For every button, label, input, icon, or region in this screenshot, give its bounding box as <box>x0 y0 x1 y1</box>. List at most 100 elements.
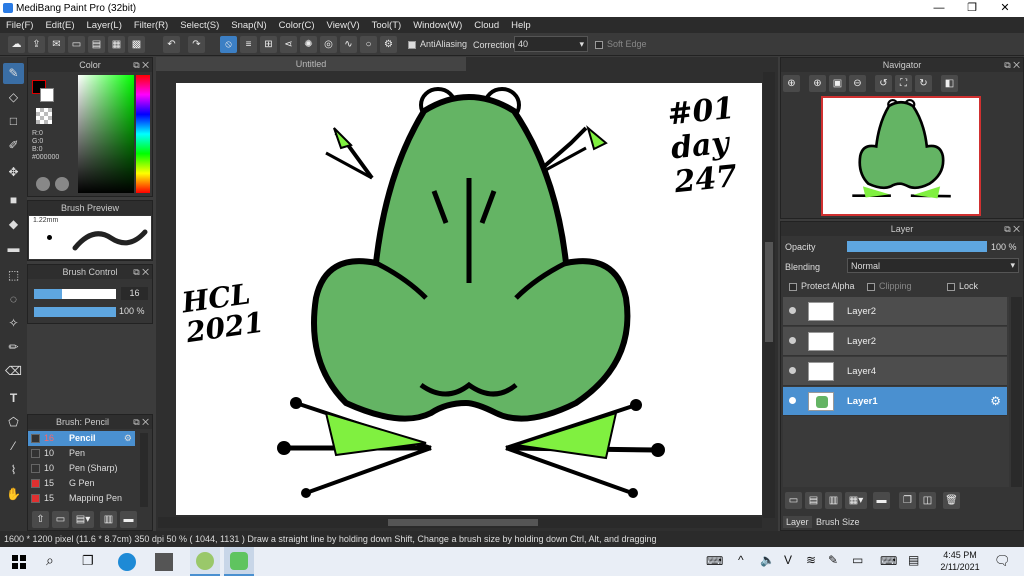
document-tab[interactable]: Untitled <box>156 57 466 71</box>
vpn-icon[interactable]: V <box>784 553 792 567</box>
antialias-checkbox[interactable]: AntiAliasing <box>408 39 467 49</box>
visibility-icon[interactable] <box>789 337 796 344</box>
shape-tool-icon[interactable]: ⬠ <box>3 412 24 433</box>
wifi-icon[interactable]: ≋ <box>806 553 816 567</box>
paint-taskbar-item[interactable] <box>224 547 254 576</box>
layer-opacity-slider[interactable] <box>847 241 987 252</box>
menu-snap[interactable]: Snap(N) <box>225 17 272 33</box>
trash-icon[interactable]: 🗑 <box>943 492 960 509</box>
brush-tool-icon[interactable]: ✎ <box>3 63 24 84</box>
grid-icon[interactable]: ▦ <box>108 36 125 53</box>
snap-ring-icon[interactable]: ○ <box>360 36 377 53</box>
redo-icon[interactable]: ↷ <box>188 36 205 53</box>
text-tool-icon[interactable]: T <box>3 388 24 409</box>
onscreen-keyboard-icon[interactable]: ⌨ <box>880 554 897 568</box>
menu-file[interactable]: File(F) <box>0 17 39 33</box>
close-button[interactable]: ✕ <box>988 0 1022 17</box>
popout-close-icon[interactable]: ⧉ ✕ <box>1004 58 1020 72</box>
menu-color[interactable]: Color(C) <box>273 17 321 33</box>
task-view-icon[interactable]: ❐ <box>82 553 94 569</box>
snap-burst-icon[interactable]: ✺ <box>300 36 317 53</box>
rotate-left-icon[interactable]: ↺ <box>875 75 892 92</box>
brush-list-scrollbar[interactable] <box>140 433 148 507</box>
layer-row-selected[interactable]: Layer1 ⚙ <box>783 387 1007 416</box>
saturation-value-picker[interactable] <box>78 75 134 193</box>
bucket-tool-icon[interactable]: ◆ <box>3 214 24 235</box>
brush-item-pen[interactable]: 10 Pen <box>28 446 135 461</box>
protect-alpha-checkbox[interactable]: Protect Alpha <box>789 281 855 291</box>
eraser-tool-icon[interactable]: ◇ <box>3 87 24 108</box>
transparent-color-swatch[interactable] <box>36 108 52 124</box>
menu-layer[interactable]: Layer(L) <box>81 17 128 33</box>
visibility-icon[interactable] <box>789 367 796 374</box>
layer-row[interactable]: Layer2 <box>783 297 1007 326</box>
medibang-taskbar-item[interactable] <box>190 547 220 576</box>
lock-checkbox[interactable]: Lock <box>947 281 978 291</box>
zoom-out-icon[interactable]: ⊖ <box>849 75 866 92</box>
gear-icon[interactable]: ⚙ <box>124 431 132 446</box>
scroll-thumb[interactable] <box>765 242 773 342</box>
windows-start-icon[interactable] <box>12 555 26 569</box>
merge-layer-icon[interactable]: ◫ <box>919 492 936 509</box>
pen-icon[interactable]: ✎ <box>828 553 838 567</box>
flip-icon[interactable]: ◧ <box>941 75 958 92</box>
maximize-button[interactable]: ❐ <box>955 0 989 17</box>
vertical-scrollbar[interactable] <box>763 72 775 518</box>
fill-shape-tool-icon[interactable]: ■ <box>3 190 24 211</box>
color-palette-icon[interactable] <box>36 177 50 191</box>
brush-copy-icon[interactable]: ▥ <box>100 511 117 528</box>
snap-settings-icon[interactable]: ⚙ <box>380 36 397 53</box>
correction-select[interactable]: 40 ▾ <box>514 36 588 52</box>
menu-select[interactable]: Select(S) <box>174 17 225 33</box>
magic-wand-icon[interactable]: ✧ <box>3 313 24 334</box>
navigator-preview[interactable] <box>821 96 981 216</box>
menu-view[interactable]: View(V) <box>321 17 366 33</box>
new-file-icon[interactable]: ▭ <box>68 36 85 53</box>
visibility-icon[interactable] <box>789 397 796 404</box>
color-history-icon[interactable] <box>55 177 69 191</box>
keyboard-icon[interactable]: ⌨ <box>706 554 723 568</box>
layer-row[interactable]: Layer4 <box>783 357 1007 386</box>
layer-scrollbar[interactable] <box>1011 297 1022 487</box>
menu-window[interactable]: Window(W) <box>407 17 468 33</box>
new-folder-icon[interactable]: ▬ <box>873 492 890 509</box>
gear-icon[interactable]: ⚙ <box>990 394 1001 408</box>
brush-folder-icon[interactable]: ▬ <box>120 511 137 528</box>
new-halftone-layer-icon[interactable]: ▤ <box>805 492 822 509</box>
snap-off-icon[interactable]: ⦸ <box>220 36 237 53</box>
brush-item-pencil[interactable]: 16 Pencil ⚙ <box>28 431 135 446</box>
snap-circle-icon[interactable]: ◎ <box>320 36 337 53</box>
chevron-up-icon[interactable]: ^ <box>738 553 744 567</box>
pen-tool-icon[interactable]: ✐ <box>3 135 24 156</box>
volume-icon[interactable]: 🔈 <box>760 553 775 567</box>
store-icon[interactable] <box>155 553 173 571</box>
eyedropper-icon[interactable]: ⁄ <box>3 436 24 457</box>
snap-parallel-icon[interactable]: ≡ <box>240 36 257 53</box>
select-pen-icon[interactable]: ✏ <box>3 337 24 358</box>
edge-icon[interactable] <box>118 553 136 571</box>
move-tool-icon[interactable]: ✥ <box>3 162 24 183</box>
new-brush-icon[interactable]: ▭ <box>52 511 69 528</box>
duplicate-layer-icon[interactable]: ❐ <box>899 492 916 509</box>
snap-grid-icon[interactable]: ⊞ <box>260 36 277 53</box>
blending-select[interactable]: Normal ▾ <box>847 258 1019 273</box>
chat-icon[interactable]: ✉ <box>48 36 65 53</box>
menu-edit[interactable]: Edit(E) <box>39 17 80 33</box>
brush-item-mapping-pen[interactable]: 15 Mapping Pen <box>28 491 135 506</box>
brush-size-slider[interactable] <box>34 289 116 299</box>
brush-item-g-pen[interactable]: 15 G Pen <box>28 476 135 491</box>
tab-layer[interactable]: Layer <box>783 516 812 528</box>
brush-menu-icon[interactable]: ▤▾ <box>72 511 94 528</box>
minimize-button[interactable]: — <box>922 0 956 17</box>
snap-radial-icon[interactable]: ⋖ <box>280 36 297 53</box>
menu-help[interactable]: Help <box>505 17 537 33</box>
drawing-canvas[interactable]: HCL 2021 #01 day 247 <box>176 83 762 515</box>
horizontal-scrollbar[interactable] <box>158 517 762 528</box>
popout-close-icon[interactable]: ⧉ ✕ <box>133 58 149 72</box>
select-eraser-icon[interactable]: ⌫ <box>3 361 24 382</box>
popout-close-icon[interactable]: ⧉ ✕ <box>133 415 149 429</box>
battery-icon[interactable]: ▭ <box>852 553 863 567</box>
tile-icon[interactable]: ▩ <box>128 36 145 53</box>
fit-screen-icon[interactable]: ⛶ <box>895 75 912 92</box>
popout-close-icon[interactable]: ⧉ ✕ <box>1004 222 1020 236</box>
